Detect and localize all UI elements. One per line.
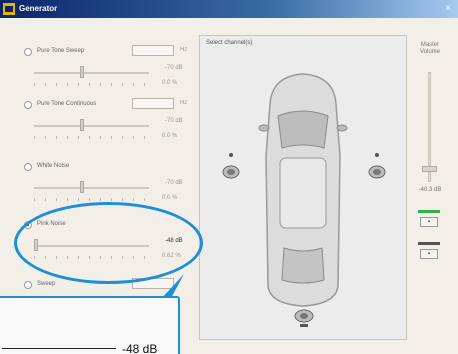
mode-pure-tone-continuous: Pure Tone Continuous Hz -70 dB 0.0 %	[20, 98, 195, 158]
speaker-icon[interactable]	[222, 152, 240, 182]
channel-selector-panel: Select channel(s)	[199, 35, 407, 340]
mode-label: Pure Tone Sweep	[37, 48, 85, 54]
volume-slider-thumb[interactable]	[422, 165, 437, 172]
mode-radio[interactable]	[24, 281, 32, 289]
master-volume-label: Master Volume	[419, 42, 440, 55]
mode-radio[interactable]	[24, 163, 32, 171]
mode-label: Pure Tone Continuous	[37, 101, 97, 107]
generator-app-icon	[3, 3, 15, 15]
slider-ticks	[34, 83, 149, 86]
mode-radio[interactable]	[24, 101, 32, 109]
level-slider-thumb[interactable]	[80, 66, 84, 78]
slider-ticks	[34, 136, 149, 139]
master-volume: Master Volume -40.3 dB ▪ ▪	[412, 42, 448, 282]
car-top-view-icon	[258, 73, 348, 307]
frequency-input[interactable]	[132, 98, 174, 109]
channel-toggle-button[interactable]: ▪	[420, 217, 438, 227]
level-slider-track[interactable]	[34, 125, 149, 127]
channel-indicator-inactive	[418, 242, 440, 245]
mode-radio[interactable]	[24, 48, 32, 56]
zoomed-level-callout: -48 dB	[0, 296, 180, 354]
slider-ticks	[34, 198, 149, 201]
volume-readout: -40.3 dB	[418, 187, 442, 193]
speaker-icon[interactable]	[294, 306, 314, 328]
window-title: Generator	[19, 4, 58, 13]
frequency-unit: Hz	[180, 100, 188, 106]
title-bar: Generator ×	[0, 0, 458, 18]
level-slider-track[interactable]	[34, 187, 149, 189]
channel-toggle-button[interactable]: ▪	[420, 249, 438, 259]
level-readout: -70 dB	[165, 180, 183, 186]
channel-indicator-active	[418, 210, 440, 213]
level-readout: -70 dB	[165, 118, 183, 124]
percent-readout: 0.0 %	[162, 195, 178, 201]
generator-window: Generator × Pure Tone Sweep Hz -70 dB 0.…	[0, 0, 458, 354]
level-slider-thumb[interactable]	[80, 181, 84, 193]
level-readout: -70 dB	[165, 65, 183, 71]
percent-readout: 0.0 %	[162, 80, 178, 86]
mode-label: Sweep	[37, 281, 56, 287]
zoomed-slider-track	[2, 348, 116, 349]
zoomed-level-readout: -48 dB	[122, 342, 158, 354]
speaker-icon[interactable]	[368, 152, 386, 182]
percent-readout: 0.0 %	[162, 133, 178, 139]
level-slider-thumb[interactable]	[80, 119, 84, 131]
frequency-unit: Hz	[180, 47, 188, 53]
level-slider-track[interactable]	[34, 72, 149, 74]
mode-label: White Noise	[37, 163, 70, 169]
close-button[interactable]: ×	[442, 3, 454, 15]
mode-pure-tone-sweep: Pure Tone Sweep Hz -70 dB 0.0 %	[20, 45, 195, 105]
frequency-input[interactable]	[132, 45, 174, 56]
